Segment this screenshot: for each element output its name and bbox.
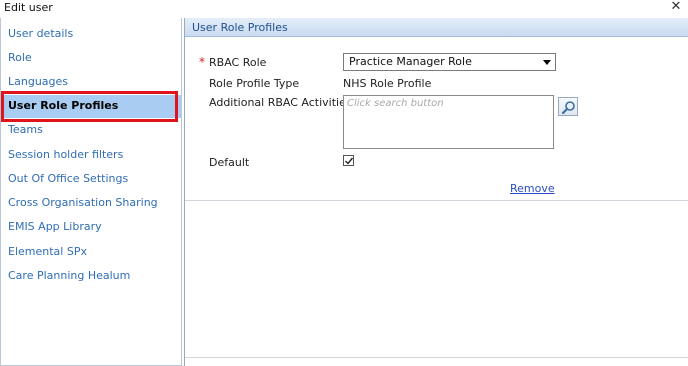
sidebar-item-care-planning-healum[interactable]: Care Planning Healum bbox=[1, 265, 181, 287]
divider bbox=[185, 200, 688, 201]
sidebar-item-out-of-office-settings[interactable]: Out Of Office Settings bbox=[1, 168, 181, 190]
search-button[interactable] bbox=[558, 97, 578, 116]
checkmark-icon bbox=[345, 157, 354, 165]
section-header: User Role Profiles bbox=[185, 18, 688, 37]
additional-activities-field[interactable]: Click search button bbox=[343, 95, 554, 149]
sidebar-item-languages[interactable]: Languages bbox=[1, 71, 181, 93]
required-marker: * bbox=[199, 55, 205, 69]
role-profile-type-value: NHS Role Profile bbox=[343, 77, 432, 90]
sidebar-item-session-holder-filters[interactable]: Session holder filters bbox=[1, 144, 181, 166]
sidebar-item-role[interactable]: Role bbox=[1, 47, 181, 69]
default-label: Default bbox=[209, 156, 250, 169]
sidebar-item-user-role-profiles[interactable]: User Role Profiles bbox=[1, 95, 181, 118]
default-checkbox[interactable] bbox=[343, 155, 354, 166]
rbac-role-label: RBAC Role bbox=[209, 56, 267, 69]
sidebar-item-cross-organisation-sharing[interactable]: Cross Organisation Sharing bbox=[1, 192, 181, 214]
window-title: Edit user bbox=[4, 1, 53, 14]
magnifier-icon bbox=[561, 101, 575, 115]
remove-link[interactable]: Remove bbox=[510, 182, 555, 195]
rbac-role-value: Practice Manager Role bbox=[349, 55, 472, 68]
sidebar-item-user-details[interactable]: User details bbox=[1, 23, 181, 45]
additional-activities-placeholder: Click search button bbox=[347, 98, 444, 109]
window-titlebar: Edit user ✕ bbox=[0, 0, 688, 16]
sidebar-item-teams[interactable]: Teams bbox=[1, 119, 181, 141]
main-panel: User Role Profiles * RBAC Role Practice … bbox=[184, 18, 688, 366]
close-icon[interactable]: ✕ bbox=[669, 0, 683, 14]
bottom-divider bbox=[185, 357, 688, 358]
role-profile-type-label: Role Profile Type bbox=[209, 77, 300, 90]
sidebar-item-elemental-spx[interactable]: Elemental SPx bbox=[1, 241, 181, 263]
chevron-down-icon bbox=[543, 60, 551, 65]
sidebar-item-emis-app-library[interactable]: EMIS App Library bbox=[1, 216, 181, 238]
additional-activities-label: Additional RBAC Activities bbox=[209, 96, 352, 109]
sidebar: User details Role Languages User Role Pr… bbox=[0, 18, 182, 366]
rbac-role-select[interactable]: Practice Manager Role bbox=[343, 53, 556, 71]
